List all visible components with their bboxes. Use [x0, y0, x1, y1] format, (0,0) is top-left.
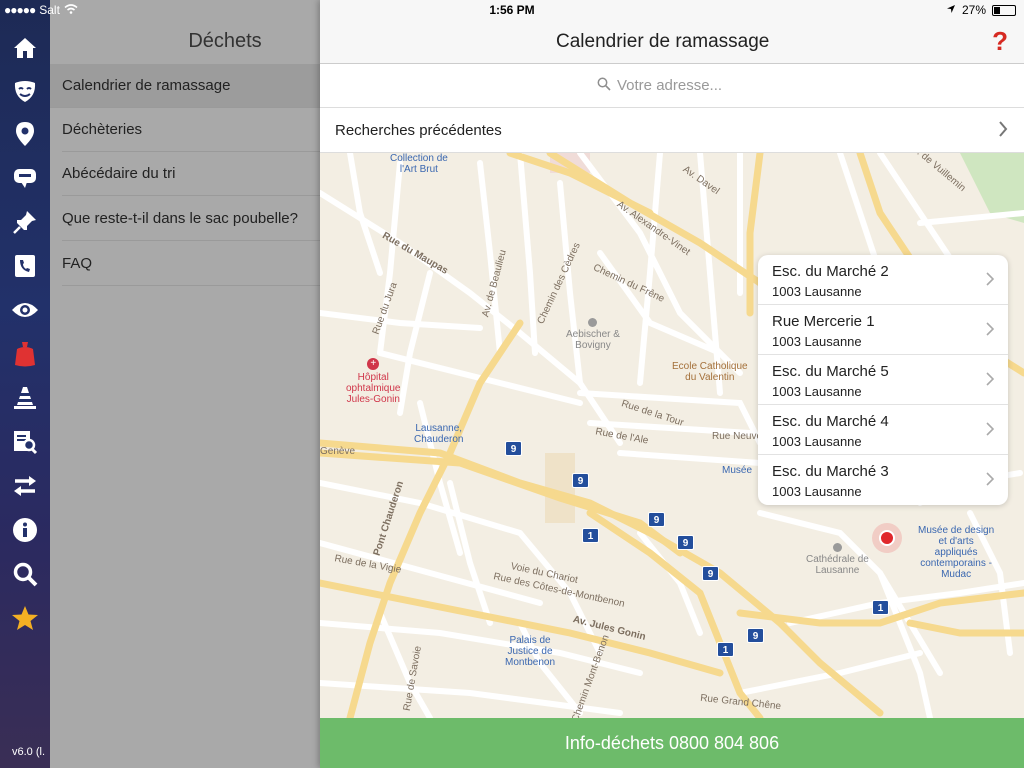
status-bar: ●●●●● Salt 1:56 PM 27%: [0, 0, 1024, 20]
star-icon[interactable]: [9, 602, 41, 634]
address-search-bar: [320, 64, 1024, 108]
suggestion-row[interactable]: Esc. du Marché 3 1003 Lausanne: [758, 455, 1008, 505]
traffic-cone-icon[interactable]: [9, 382, 41, 414]
suggestion-street: Esc. du Marché 4: [772, 413, 889, 430]
clock: 1:56 PM: [489, 3, 535, 17]
bus-stop-icon[interactable]: 1: [582, 528, 599, 543]
suggestion-row[interactable]: Esc. du Marché 5 1003 Lausanne: [758, 355, 1008, 405]
bus-stop-icon[interactable]: 9: [747, 628, 764, 643]
help-button[interactable]: ?: [992, 26, 1008, 57]
info-icon[interactable]: [9, 514, 41, 546]
suggestion-city: 1003 Lausanne: [772, 434, 862, 449]
suggestion-city: 1003 Lausanne: [772, 384, 862, 399]
mask-icon[interactable]: [9, 75, 41, 107]
place-musee: Musée: [722, 465, 753, 476]
phone-book-icon[interactable]: [9, 250, 41, 282]
current-location-marker[interactable]: [872, 523, 902, 553]
side-menu: Déchets Calendrier de ramassage Déchèter…: [50, 0, 320, 768]
place-palais: Palais de Justice de Montbenon: [505, 635, 556, 668]
document-search-icon[interactable]: [9, 426, 41, 458]
menu-item-faq[interactable]: FAQ: [62, 242, 320, 286]
home-icon[interactable]: [9, 32, 41, 64]
location-arrow-icon: [946, 3, 956, 17]
menu-item-sac-poubelle[interactable]: Que reste-t-il dans le sac poubelle?: [62, 197, 320, 241]
bus-stop-icon[interactable]: 9: [677, 535, 694, 550]
chevron-right-icon: [986, 422, 995, 441]
street-label: Rue Neuve: [712, 431, 763, 442]
suggestion-row[interactable]: Esc. du Marché 4 1003 Lausanne: [758, 405, 1008, 455]
bus-stop-icon[interactable]: 9: [702, 566, 719, 581]
suggestion-city: 1003 Lausanne: [772, 284, 862, 299]
search-icon[interactable]: [9, 558, 41, 590]
main-panel: Calendrier de ramassage ? Recherches pré…: [320, 0, 1024, 768]
chevron-right-icon: [986, 272, 995, 291]
recent-searches-row[interactable]: Recherches précédentes: [320, 108, 1024, 153]
menu-item-abecedaire[interactable]: Abécédaire du tri: [62, 152, 320, 196]
app-version: v6.0 (l.: [12, 746, 46, 758]
suggestion-row[interactable]: Esc. du Marché 2 1003 Lausanne: [758, 255, 1008, 305]
app-nav-rail: v6.0 (l.: [0, 0, 50, 768]
exchange-arrows-icon[interactable]: [9, 470, 41, 502]
recent-searches-label: Recherches précédentes: [335, 122, 502, 139]
eye-icon[interactable]: [9, 294, 41, 326]
place-chauderon: Lausanne, Chauderon: [414, 423, 464, 445]
place-cathedrale: Cathédrale de Lausanne: [806, 543, 869, 576]
suggestion-city: 1003 Lausanne: [772, 334, 862, 349]
suggestion-city: 1003 Lausanne: [772, 484, 862, 499]
battery-percent: 27%: [961, 3, 986, 17]
suggestion-street: Rue Mercerie 1: [772, 313, 875, 330]
chevron-right-icon: [986, 472, 995, 491]
status-right: 27%: [946, 3, 1016, 17]
address-suggestions: Esc. du Marché 2 1003 Lausanne Rue Merce…: [758, 255, 1008, 505]
search-icon: [597, 77, 611, 95]
suggestion-street: Esc. du Marché 2: [772, 263, 889, 280]
menu-item-decheteries[interactable]: Déchèteries: [62, 108, 320, 152]
waste-bag-icon[interactable]: [9, 338, 41, 370]
suggestion-street: Esc. du Marché 5: [772, 363, 889, 380]
chevron-right-icon: [998, 120, 1008, 143]
bus-stop-icon[interactable]: 1: [717, 642, 734, 657]
place-mudac: Musée de design et d'arts appliqués contemp…: [918, 525, 995, 580]
place-hopital: + Hôpital ophtalmique Jules-Gonin: [346, 358, 401, 405]
info-dechets-button[interactable]: Info-déchets 0800 804 806: [320, 718, 1024, 768]
speech-bubble-icon[interactable]: [9, 162, 41, 194]
bus-stop-icon[interactable]: 1: [872, 600, 889, 615]
page-title: Calendrier de ramassage: [556, 31, 770, 52]
suggestion-street: Esc. du Marché 3: [772, 463, 889, 480]
chevron-right-icon: [986, 372, 995, 391]
place-art-brut: Collection de l'Art Brut: [390, 153, 448, 175]
place-aebischer: Aebischer & Bovigny: [566, 318, 620, 351]
menu-item-calendrier[interactable]: Calendrier de ramassage: [50, 64, 320, 108]
push-pin-icon[interactable]: [9, 206, 41, 238]
bus-stop-icon[interactable]: 9: [572, 473, 589, 488]
battery-icon: [992, 4, 1016, 16]
chevron-right-icon: [986, 322, 995, 341]
place-ecole: Ecole Catholique du Valentin: [672, 361, 748, 383]
location-pin-icon[interactable]: [9, 118, 41, 150]
street-label: Genève: [320, 446, 356, 457]
address-search-input[interactable]: [617, 77, 747, 94]
bus-stop-icon[interactable]: 9: [505, 441, 522, 456]
bus-stop-icon[interactable]: 9: [648, 512, 665, 527]
suggestion-row[interactable]: Rue Mercerie 1 1003 Lausanne: [758, 305, 1008, 355]
